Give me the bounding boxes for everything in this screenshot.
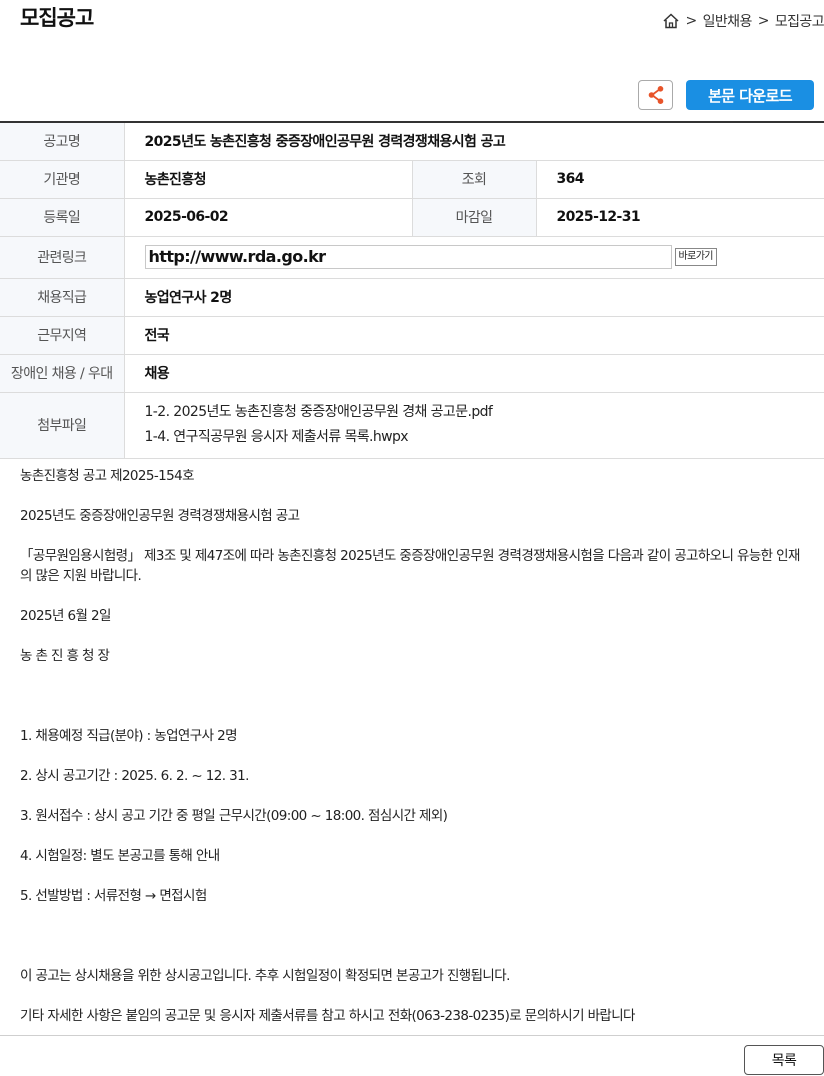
table-row: 관련링크 http://www.rda.go.kr 바로가기	[0, 236, 824, 279]
go-link-button[interactable]: 바로가기	[674, 248, 717, 266]
notice-body: 농촌진흥청 공고 제2025-154호 2025년도 중증장애인공무원 경력경쟁…	[20, 466, 810, 1046]
reg-date-label: 등록일	[0, 198, 125, 237]
position-value: 농업연구사 2명	[124, 278, 824, 317]
share-icon	[648, 86, 663, 104]
deadline-value: 2025-12-31	[536, 198, 824, 237]
body-paragraph: 4. 시험일정: 별도 본공고를 통해 안내	[20, 848, 220, 864]
table-row: 등록일 2025-06-02 마감일 2025-12-31	[0, 198, 824, 237]
body-paragraph: 2. 상시 공고기간 : 2025. 6. 2. ~ 12. 31.	[20, 768, 249, 784]
region-value: 전국	[124, 316, 824, 355]
body-paragraph: 1. 채용예정 직급(분야) : 농업연구사 2명	[20, 728, 237, 744]
table-row: 채용직급 농업연구사 2명	[0, 278, 824, 317]
title-value: 2025년도 농촌진흥청 중증장애인공무원 경력경쟁채용시험 공고	[124, 122, 824, 161]
table-row: 장애인 채용 / 우대 채용	[0, 354, 824, 393]
notice-heading: 2025년도 중증장애인공무원 경력경쟁채용시험 공고	[20, 508, 300, 524]
attachments-label: 첨부파일	[0, 392, 125, 459]
table-row: 근무지역 전국	[0, 316, 824, 355]
body-paragraph: 이 공고는 상시채용을 위한 상시공고입니다. 추후 시험일정이 확정되면 본공…	[20, 968, 510, 984]
table-row: 첨부파일 1-2. 2025년도 농촌진흥청 중증장애인공무원 경채 공고문.p…	[0, 392, 824, 459]
share-button[interactable]	[638, 80, 673, 110]
attachment-link[interactable]: 1-2. 2025년도 농촌진흥청 중증장애인공무원 경채 공고문.pdf	[145, 400, 805, 425]
attachments-cell: 1-2. 2025년도 농촌진흥청 중증장애인공무원 경채 공고문.pdf 1-…	[124, 392, 824, 459]
body-paragraph: 기타 자세한 사항은 붙임의 공고문 및 응시자 제출서류를 참고 하시고 전화…	[20, 1008, 635, 1024]
home-icon[interactable]	[662, 12, 680, 30]
breadcrumb: > 일반채용 > 모집공고	[662, 11, 824, 31]
disabled-hiring-value: 채용	[124, 354, 824, 393]
breadcrumb-separator: >	[757, 13, 770, 29]
org-value: 농촌진흥청	[124, 160, 412, 199]
views-value: 364	[536, 160, 824, 199]
notice-issuer: 농 촌 진 흥 청 장	[20, 648, 110, 664]
download-button[interactable]: 본문 다운로드	[686, 80, 814, 110]
body-paragraph: 3. 원서접수 : 상시 공고 기간 중 평일 근무시간(09:00 ~ 18:…	[20, 808, 448, 824]
link-field[interactable]: http://www.rda.go.kr	[144, 245, 672, 269]
table-row: 공고명 2025년도 농촌진흥청 중증장애인공무원 경력경쟁채용시험 공고	[0, 122, 824, 161]
deadline-label: 마감일	[411, 198, 537, 237]
attachment-link[interactable]: 1-4. 연구직공무원 응시자 제출서류 목록.hwpx	[145, 425, 805, 450]
disabled-hiring-label: 장애인 채용 / 우대	[0, 354, 125, 393]
org-label: 기관명	[0, 160, 125, 199]
breadcrumb-item-general[interactable]: 일반채용	[703, 11, 753, 31]
reg-date-value: 2025-06-02	[124, 198, 412, 237]
body-paragraph: 5. 선발방법 : 서류전형 → 면접시험	[20, 888, 207, 904]
notice-number: 농촌진흥청 공고 제2025-154호	[20, 468, 195, 484]
link-cell: http://www.rda.go.kr 바로가기	[124, 236, 824, 279]
breadcrumb-separator: >	[685, 13, 697, 29]
notice-info-table: 공고명 2025년도 농촌진흥청 중증장애인공무원 경력경쟁채용시험 공고 기관…	[0, 121, 824, 459]
body-paragraph: 「공무원임용시험령」 제3조 및 제47조에 따라 농촌진흥청 2025년도 중…	[20, 548, 800, 584]
link-label: 관련링크	[0, 236, 125, 279]
divider	[0, 1035, 824, 1036]
page-title: 모집공고	[20, 6, 94, 30]
list-button[interactable]: 목록	[744, 1045, 824, 1075]
notice-date: 2025년 6월 2일	[20, 608, 111, 624]
region-label: 근무지역	[0, 316, 125, 355]
breadcrumb-item-notice[interactable]: 모집공고	[775, 11, 824, 31]
views-label: 조회	[411, 160, 537, 199]
table-row: 기관명 농촌진흥청 조회 364	[0, 160, 824, 199]
position-label: 채용직급	[0, 278, 125, 317]
title-label: 공고명	[0, 122, 125, 161]
